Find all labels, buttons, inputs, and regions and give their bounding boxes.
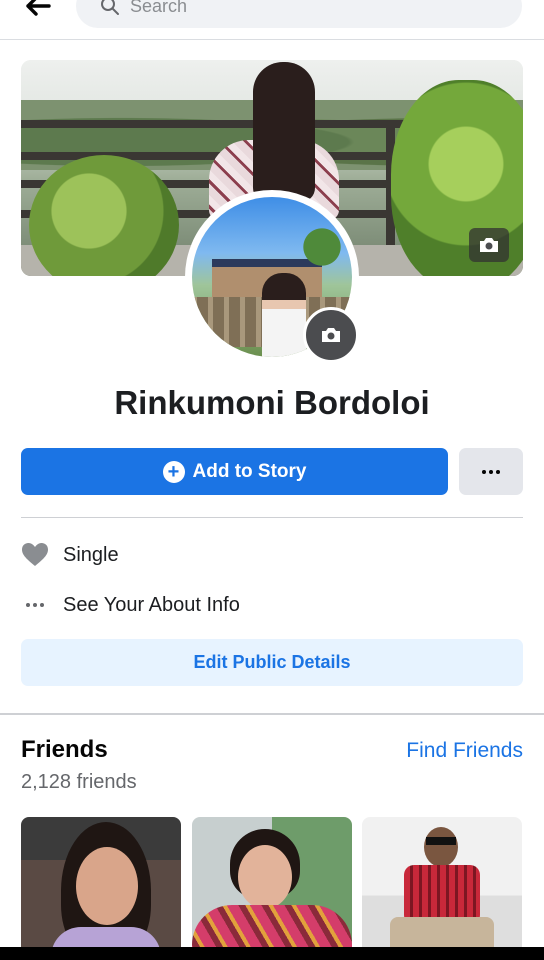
profile-name: Rinkumoni Bordoloi xyxy=(114,384,430,421)
plus-circle-icon: + xyxy=(162,460,185,483)
friends-heading: Friends xyxy=(21,736,108,763)
friends-count: 2,128 friends xyxy=(21,771,137,793)
friend-photo-face xyxy=(76,847,138,925)
camera-icon xyxy=(480,238,498,252)
cover-camera-button[interactable] xyxy=(469,228,509,262)
search-icon xyxy=(101,0,119,15)
search-bar[interactable] xyxy=(76,0,522,28)
friend-card[interactable] xyxy=(362,817,522,960)
avatar-person xyxy=(262,273,306,357)
about-info-link[interactable]: See Your About Info xyxy=(63,594,240,617)
friend-photo-clothing xyxy=(404,865,480,925)
friend-card[interactable] xyxy=(21,817,181,960)
ellipsis-icon xyxy=(482,469,500,474)
find-friends-link[interactable]: Find Friends xyxy=(406,739,523,763)
friend-photo-face xyxy=(424,827,458,867)
edit-public-details-button[interactable]: Edit Public Details xyxy=(21,639,523,686)
avatar-palm xyxy=(287,217,352,277)
friend-photo-face xyxy=(238,845,292,909)
relationship-status: Single xyxy=(63,543,119,566)
divider xyxy=(21,517,523,518)
about-info-row[interactable]: See Your About Info xyxy=(21,588,240,622)
avatar-camera-button[interactable] xyxy=(303,307,359,363)
top-bar xyxy=(0,0,544,40)
friend-card[interactable] xyxy=(192,817,352,960)
section-divider xyxy=(0,713,544,715)
camera-icon xyxy=(322,328,340,342)
cover-person-hair xyxy=(253,62,315,202)
arrow-left-icon xyxy=(26,0,51,16)
friend-photo-sunglasses xyxy=(426,837,456,845)
add-to-story-button[interactable]: + Add to Story xyxy=(21,448,448,495)
cover-plant xyxy=(29,155,179,276)
add-to-story-label: Add to Story xyxy=(192,460,307,482)
search-input[interactable] xyxy=(130,0,490,17)
heart-icon xyxy=(21,541,49,569)
screen-bottom-edge xyxy=(0,947,544,960)
back-button[interactable] xyxy=(20,0,56,20)
ellipsis-icon xyxy=(21,591,49,619)
more-options-button[interactable] xyxy=(459,448,523,495)
relationship-row: Single xyxy=(21,538,119,572)
